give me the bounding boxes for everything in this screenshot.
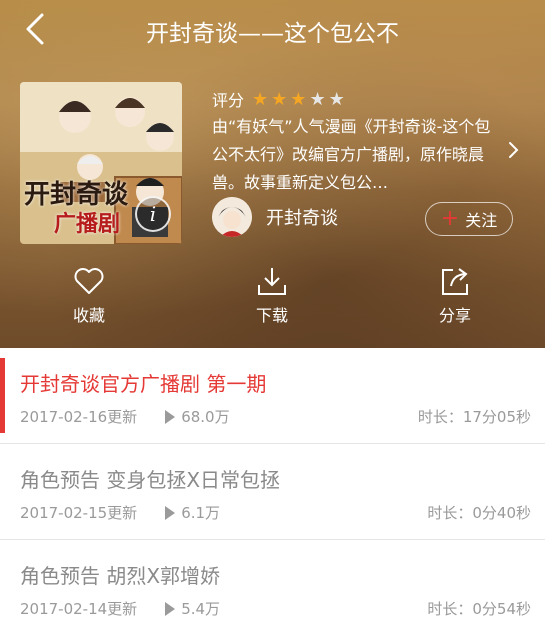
star-filled-icon: ★ [290, 88, 307, 110]
episode-duration: 时长：0分40秒 [427, 504, 531, 522]
star-filled-icon: ★ [271, 88, 288, 110]
episode-meta: 2017-02-15更新 6.1万 [20, 502, 220, 523]
episode-item[interactable]: 角色预告 胡烈X郭增娇 2017-02-14更新 5.4万 时长：0分54秒 [0, 540, 545, 626]
rating-stars: ★ ★ ★ ★ ★ [252, 90, 348, 109]
star-empty-icon: ★ [328, 88, 345, 110]
info-icon[interactable]: i [135, 196, 171, 232]
episode-date: 2017-02-14更新 [20, 600, 138, 618]
favorite-label: 收藏 [72, 306, 105, 325]
cover-subtitle: 广播剧 [54, 211, 121, 237]
share-icon [442, 268, 468, 295]
download-icon [258, 268, 286, 295]
download-label: 下载 [255, 306, 288, 325]
page-title: 开封奇谈——这个包公不 [146, 21, 399, 47]
album-header: 开封奇谈——这个包公不 开封奇谈 广播剧 i 评分 ★ ★ ★ ★ ★ 由“有妖气”人气… [0, 0, 545, 348]
episode-duration: 时长：17分05秒 [417, 408, 531, 426]
action-bar: 收藏 下载 分享 [0, 266, 545, 330]
heart-icon [74, 268, 104, 294]
play-count-icon [165, 505, 176, 520]
rating-label: 评分 [212, 91, 245, 110]
rating: 评分 ★ ★ ★ ★ ★ [212, 87, 348, 111]
episode-plays: 5.4万 [165, 598, 220, 619]
album-description[interactable]: 由“有妖气”人气漫画《开封奇谈-这个包公不太行》改编官方广播剧，原作晓晨兽。故事… [212, 113, 497, 197]
episode-play-count: 68.0万 [181, 408, 230, 426]
author-name[interactable]: 开封奇谈 [266, 204, 338, 230]
episode-meta: 2017-02-14更新 5.4万 [20, 598, 220, 619]
share-button[interactable]: 分享 [410, 266, 500, 326]
episode-item[interactable]: 角色预告 变身包拯X日常包拯 2017-02-15更新 6.1万 时长：0分40… [0, 444, 545, 540]
star-empty-icon: ★ [309, 88, 326, 110]
play-count-icon [165, 601, 176, 616]
episode-item[interactable]: 开封奇谈官方广播剧 第一期 2017-02-16更新 68.0万 时长：17分0… [0, 348, 545, 444]
episode-play-count: 5.4万 [181, 600, 221, 618]
episode-duration: 时长：0分54秒 [427, 600, 531, 618]
author-avatar[interactable] [212, 197, 252, 237]
episode-date: 2017-02-15更新 [20, 504, 138, 522]
follow-label: 关注 [465, 211, 498, 230]
follow-button[interactable]: + 关注 [425, 202, 513, 236]
episode-title: 开封奇谈官方广播剧 第一期 [20, 372, 267, 396]
play-count-icon [165, 409, 176, 424]
episode-date: 2017-02-16更新 [20, 408, 138, 426]
episode-title: 角色预告 变身包拯X日常包拯 [20, 468, 281, 492]
download-button[interactable]: 下载 [227, 266, 317, 326]
plus-icon: + [440, 206, 460, 231]
author[interactable]: 开封奇谈 [212, 197, 338, 237]
share-label: 分享 [438, 306, 471, 325]
episode-title: 角色预告 胡烈X郭增娇 [20, 564, 221, 588]
star-filled-icon: ★ [252, 88, 269, 110]
chevron-right-icon[interactable] [507, 140, 521, 160]
episode-plays: 68.0万 [165, 406, 230, 427]
favorite-button[interactable]: 收藏 [44, 266, 134, 326]
episode-list: 开封奇谈官方广播剧 第一期 2017-02-16更新 68.0万 时长：17分0… [0, 348, 545, 626]
episode-play-count: 6.1万 [181, 504, 221, 522]
episode-plays: 6.1万 [165, 502, 220, 523]
episode-meta: 2017-02-16更新 68.0万 [20, 406, 230, 427]
